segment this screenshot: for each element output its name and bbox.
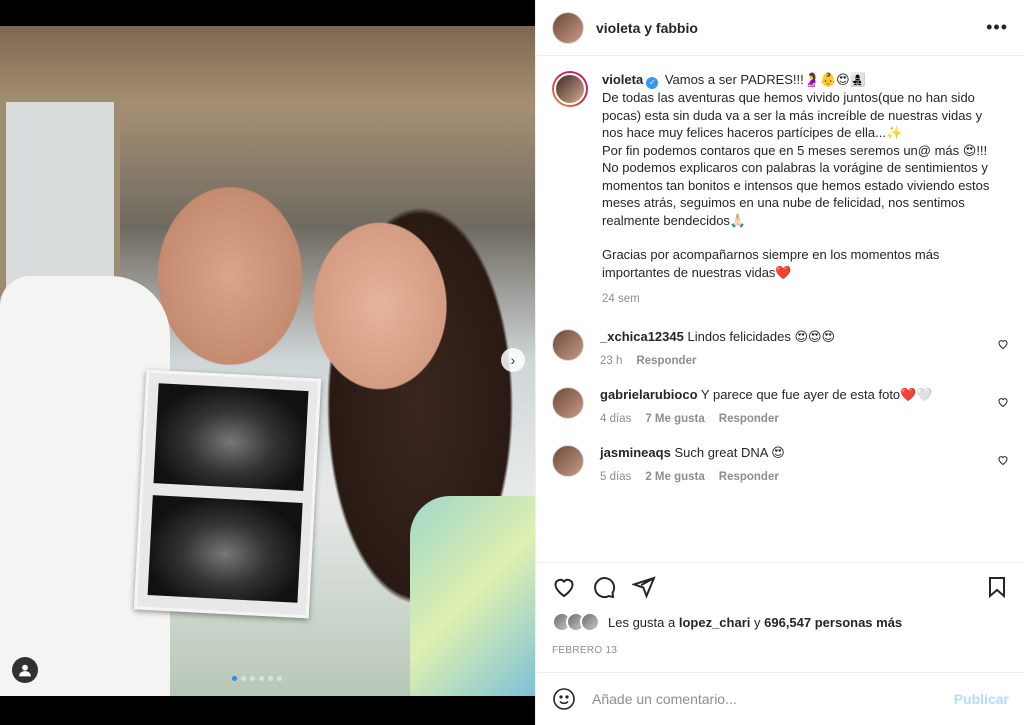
avatar[interactable]	[552, 11, 584, 44]
comment-time[interactable]: 4 días	[600, 413, 631, 425]
comment-likes[interactable]: 2 Me gusta	[645, 471, 704, 483]
comment-item: _xchica12345 Lindos felicidades 😍😍😍 23 h…	[552, 328, 1009, 367]
likes-summary: Les gusta a lopez_chari y 696,547 person…	[552, 612, 902, 632]
avatar[interactable]	[552, 386, 584, 419]
comment-text: Y parece que fue ayer de esta foto❤️🤍	[700, 386, 933, 402]
carousel-dot	[259, 676, 264, 681]
likes-connector: y	[754, 614, 761, 630]
post-photo	[0, 26, 535, 696]
liker-username[interactable]: lopez_chari	[679, 615, 751, 630]
carousel-dot	[241, 676, 246, 681]
chevron-right-icon: ›	[510, 352, 516, 368]
heart-icon[interactable]	[997, 395, 1009, 407]
carousel-dot	[232, 676, 237, 681]
carousel-dot	[268, 676, 273, 681]
comment-time[interactable]: 5 días	[600, 471, 631, 483]
photo-window	[0, 96, 120, 296]
comment-time[interactable]: 23 h	[600, 355, 622, 367]
caption-line: Gracias por acompañarnos siempre en los …	[602, 247, 940, 280]
ultrasound-scan	[153, 383, 309, 491]
reply-button[interactable]: Responder	[636, 355, 696, 367]
more-horizontal-icon[interactable]: •••	[986, 17, 1008, 38]
tagged-users-button[interactable]	[12, 657, 38, 683]
comment-composer: Publicar	[536, 672, 1024, 725]
carousel-indicator	[232, 676, 282, 681]
likes-count[interactable]: 696,547 personas más	[764, 615, 902, 630]
user-icon	[19, 664, 31, 677]
post-author-username[interactable]: violeta y fabbio	[596, 20, 698, 36]
reply-button[interactable]: Responder	[719, 471, 779, 483]
bookmark-icon[interactable]	[985, 575, 1009, 599]
caption-line: Por fin podemos contaros que en 5 meses …	[602, 142, 988, 158]
avatar[interactable]	[552, 328, 584, 361]
post-panel: violeta y fabbio ••• violeta ✓ Vamos a se…	[535, 0, 1024, 725]
likes-prefix: Les gusta a	[608, 614, 676, 630]
ultrasound-scan	[147, 495, 303, 603]
comment-input[interactable]	[592, 691, 954, 707]
caption: violeta ✓ Vamos a ser PADRES!!!🤰👶😍👩‍👧‍👦 D…	[552, 71, 1009, 309]
comment-item: gabrielarubioco Y parece que fue ayer de…	[552, 386, 1009, 425]
caption-line: No podemos explicaros con palabras la vo…	[602, 160, 990, 228]
verified-badge-icon: ✓	[646, 77, 659, 89]
avatar[interactable]	[552, 444, 584, 477]
emoji-smile-icon[interactable]	[552, 687, 576, 711]
caption-line: De todas las aventuras que hemos vivido …	[602, 90, 983, 140]
heart-icon[interactable]	[997, 337, 1009, 349]
comment-bubble-icon[interactable]	[592, 575, 616, 599]
post-date[interactable]: FEBRERO 13	[552, 645, 617, 656]
reply-button[interactable]: Responder	[719, 413, 779, 425]
comment-text: Lindos felicidades 😍😍😍	[687, 328, 836, 344]
comment-item: jasmineaqs Such great DNA 😍 5 días 2 Me …	[552, 444, 1009, 483]
carousel-next-button[interactable]: ›	[501, 348, 525, 372]
publish-button[interactable]: Publicar	[954, 691, 1009, 707]
caption-time[interactable]: 24 sem	[602, 291, 640, 309]
caption-username[interactable]: violeta	[602, 72, 643, 87]
comments-list: violeta ✓ Vamos a ser PADRES!!!🤰👶😍👩‍👧‍👦 D…	[536, 57, 1024, 557]
share-paper-plane-icon[interactable]	[630, 575, 656, 599]
comment-likes[interactable]: 7 Me gusta	[645, 413, 704, 425]
ultrasound-image	[133, 369, 322, 619]
photo-wall	[0, 26, 535, 96]
comment-text: Such great DNA 😍	[674, 444, 785, 460]
carousel-dot	[277, 676, 282, 681]
post-actions	[536, 562, 1024, 610]
comment-username[interactable]: jasmineaqs	[600, 445, 671, 460]
heart-icon[interactable]	[997, 453, 1009, 465]
liker-avatars[interactable]	[552, 612, 600, 632]
post-media: ›	[0, 0, 535, 725]
comment-username[interactable]: _xchica12345	[600, 329, 684, 344]
avatar[interactable]	[552, 71, 588, 107]
carousel-dot	[250, 676, 255, 681]
photo-dress	[410, 496, 535, 696]
like-heart-icon[interactable]	[552, 575, 576, 599]
caption-line: Vamos a ser PADRES!!!🤰👶😍👩‍👧‍👦	[664, 72, 866, 87]
post-header: violeta y fabbio •••	[536, 0, 1024, 56]
comment-username[interactable]: gabrielarubioco	[600, 387, 698, 402]
